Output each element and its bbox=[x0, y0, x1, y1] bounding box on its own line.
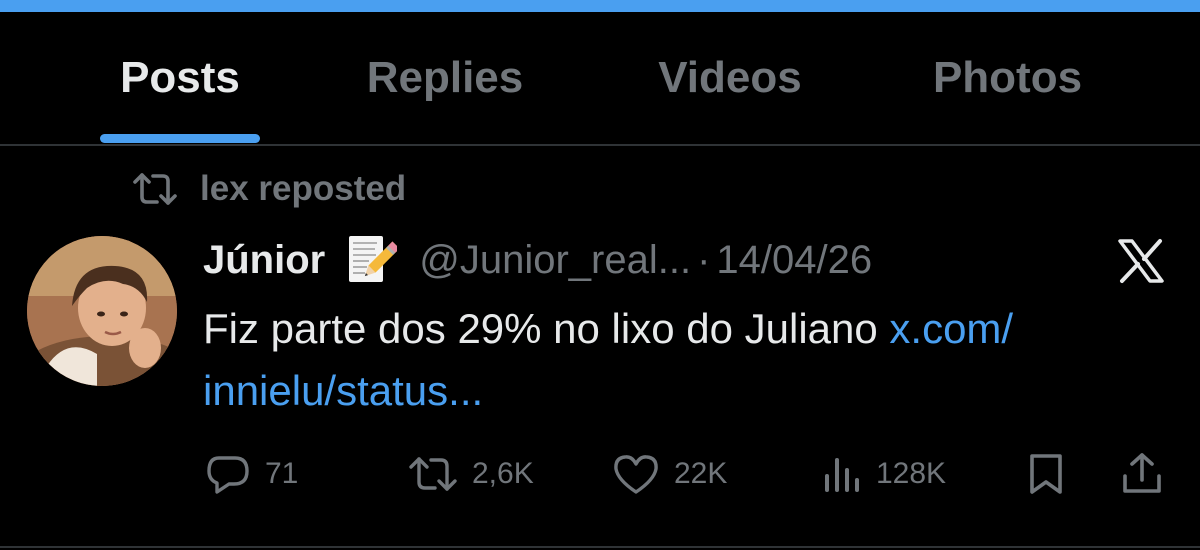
tweet-text: Fiz parte dos 29% no lixo do Juliano x.c… bbox=[203, 298, 1183, 422]
reply-button[interactable]: 71 bbox=[205, 446, 298, 502]
repost-icon bbox=[133, 173, 177, 205]
tab-replies[interactable]: Replies bbox=[340, 12, 550, 144]
tab-photos[interactable]: Photos bbox=[900, 12, 1115, 144]
repost-count: 2,6K bbox=[472, 457, 534, 490]
memo-emoji-icon bbox=[349, 236, 398, 282]
views-button[interactable]: 128K bbox=[822, 446, 946, 502]
repost-label: lex reposted bbox=[200, 169, 407, 208]
user-handle[interactable]: @Junior_real... bbox=[419, 238, 691, 283]
bookmark-button[interactable] bbox=[1026, 446, 1066, 502]
analytics-icon bbox=[825, 458, 859, 492]
active-tab-indicator bbox=[100, 134, 260, 143]
tabs-divider bbox=[0, 144, 1200, 146]
tweet-text-content: Fiz parte dos 29% no lixo do Juliano bbox=[203, 305, 890, 352]
reply-count: 71 bbox=[265, 457, 299, 490]
reply-icon bbox=[207, 456, 249, 494]
avatar-photo bbox=[27, 236, 177, 386]
tab-videos[interactable]: Videos bbox=[620, 12, 840, 144]
repost-action-icon bbox=[409, 457, 457, 491]
x-logo-icon[interactable] bbox=[1116, 238, 1166, 284]
separator-dot: · bbox=[697, 237, 711, 282]
heart-icon bbox=[614, 455, 658, 494]
profile-tabs: Posts Replies Videos Photos bbox=[0, 12, 1200, 144]
repost-button[interactable]: 2,6K bbox=[408, 446, 534, 502]
tweet-header: Júnior @Junior_real... · 14/04/26 bbox=[203, 232, 872, 288]
tab-posts[interactable]: Posts bbox=[80, 12, 280, 144]
post-divider bbox=[0, 546, 1200, 548]
view-count: 128K bbox=[876, 457, 947, 490]
like-count: 22K bbox=[674, 457, 728, 490]
share-icon bbox=[1123, 453, 1161, 493]
post-date[interactable]: 14/04/26 bbox=[716, 238, 872, 283]
bookmark-icon bbox=[1030, 454, 1062, 494]
top-accent-bar bbox=[0, 0, 1200, 12]
share-button[interactable] bbox=[1120, 446, 1164, 502]
avatar[interactable] bbox=[27, 236, 177, 386]
display-name[interactable]: Júnior bbox=[203, 238, 325, 283]
like-button[interactable]: 22K bbox=[612, 446, 727, 502]
repost-header[interactable]: lex reposted bbox=[132, 164, 406, 214]
